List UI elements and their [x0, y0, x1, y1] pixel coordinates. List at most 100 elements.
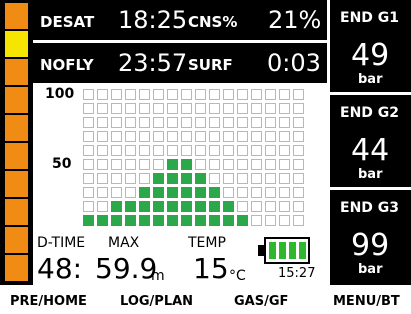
tissue-cell [153, 201, 164, 212]
gas-pressure-unit: bar [358, 262, 383, 277]
tissue-cell [195, 173, 206, 184]
tissue-cell [97, 117, 108, 128]
tissue-cell [125, 103, 136, 114]
menu-bt-button[interactable]: MENU/BT [333, 294, 400, 309]
tissue-cell [237, 117, 248, 128]
log-plan-button[interactable]: LOG/PLAN [120, 294, 193, 309]
tissue-cell [265, 117, 276, 128]
tissue-cell [265, 145, 276, 156]
tissue-cell [293, 201, 304, 212]
gas-gf-button[interactable]: GAS/GF [234, 294, 288, 309]
tissue-cell [139, 173, 150, 184]
desat-value: 18:25 [118, 6, 188, 34]
tissue-cell [265, 103, 276, 114]
tissue-cell [83, 89, 94, 100]
tissue-cell [97, 215, 108, 226]
pre-home-button[interactable]: PRE/HOME [10, 294, 87, 309]
tissue-bar-segment [5, 59, 28, 85]
tissue-cell [209, 131, 220, 142]
tissue-cell [209, 117, 220, 128]
tissue-cell [111, 103, 122, 114]
tissue-cell [125, 89, 136, 100]
tissue-cell [111, 131, 122, 142]
tissue-cell [293, 173, 304, 184]
tissue-cell [265, 131, 276, 142]
tissue-cell [237, 201, 248, 212]
tissue-cell [209, 201, 220, 212]
tissue-cell [223, 131, 234, 142]
tissue-cell [223, 173, 234, 184]
tissue-cell [139, 89, 150, 100]
desat-label: DESAT [40, 13, 95, 31]
tissue-cell [223, 215, 234, 226]
battery-segment [269, 242, 276, 259]
tissue-cell [251, 103, 262, 114]
tissue-cell [83, 159, 94, 170]
tissue-cell [293, 131, 304, 142]
tissue-cell [237, 145, 248, 156]
tissue-cell [167, 159, 178, 170]
tissue-cell [97, 201, 108, 212]
tissue-bar-segment [5, 227, 28, 253]
tissue-cell [83, 215, 94, 226]
tissue-cell [265, 173, 276, 184]
tissue-cell [251, 89, 262, 100]
tissue-bar-segment [5, 31, 28, 57]
tissue-cell [167, 187, 178, 198]
tissue-cell [279, 117, 290, 128]
tissue-cell [237, 215, 248, 226]
gas-pressure-value: 99 [351, 228, 390, 263]
tissue-cell [181, 117, 192, 128]
gas-column: END G1 49 bar END G2 44 bar END G3 99 bar [330, 0, 411, 285]
tissue-cell [279, 103, 290, 114]
tissue-cell [153, 103, 164, 114]
tissue-cell [223, 117, 234, 128]
tissue-cell [97, 173, 108, 184]
tissue-cell [223, 201, 234, 212]
tissue-bar-segment [5, 3, 28, 29]
bottom-menu: PRE/HOME LOG/PLAN GAS/GF MENU/BT [0, 286, 411, 314]
tissue-cell [125, 173, 136, 184]
tissue-cell [279, 145, 290, 156]
tissue-cell [83, 201, 94, 212]
tissue-cell [111, 215, 122, 226]
tissue-cell [251, 173, 262, 184]
tissue-cell [181, 215, 192, 226]
tissue-cell [153, 89, 164, 100]
tissue-cell [167, 89, 178, 100]
tissue-cell [181, 187, 192, 198]
tissue-cell [139, 145, 150, 156]
tissue-cell [195, 145, 206, 156]
tissue-cell [97, 89, 108, 100]
tissue-cell [125, 145, 136, 156]
surf-value: 0:03 [267, 49, 321, 77]
gas-name: END G2 [340, 105, 400, 121]
tissue-cell [83, 173, 94, 184]
dtime-value: 48: [37, 252, 83, 285]
max-depth-unit: m [151, 268, 165, 284]
tissue-cell [251, 201, 262, 212]
tissue-cell [97, 159, 108, 170]
max-label: MAX [108, 235, 140, 251]
nofly-value: 23:57 [118, 49, 188, 77]
tissue-cell [265, 159, 276, 170]
tissue-cell [223, 89, 234, 100]
tissue-cell [251, 215, 262, 226]
tissue-cell [111, 159, 122, 170]
tissue-cell [237, 173, 248, 184]
tissue-bar-segment [5, 115, 28, 141]
cns-label: CNS% [188, 13, 238, 31]
tissue-cell [153, 159, 164, 170]
tissue-bar-segment [5, 255, 28, 281]
tissue-cell [195, 103, 206, 114]
tissue-cell [195, 215, 206, 226]
tissue-cell [251, 131, 262, 142]
tissue-cell [279, 131, 290, 142]
tissue-cell [111, 89, 122, 100]
tissue-cell [83, 117, 94, 128]
gas-block: END G1 49 bar [330, 0, 411, 95]
gas-pressure-unit: bar [358, 72, 383, 87]
tissue-cell [111, 173, 122, 184]
tissue-cell [181, 201, 192, 212]
tissue-cell [167, 173, 178, 184]
